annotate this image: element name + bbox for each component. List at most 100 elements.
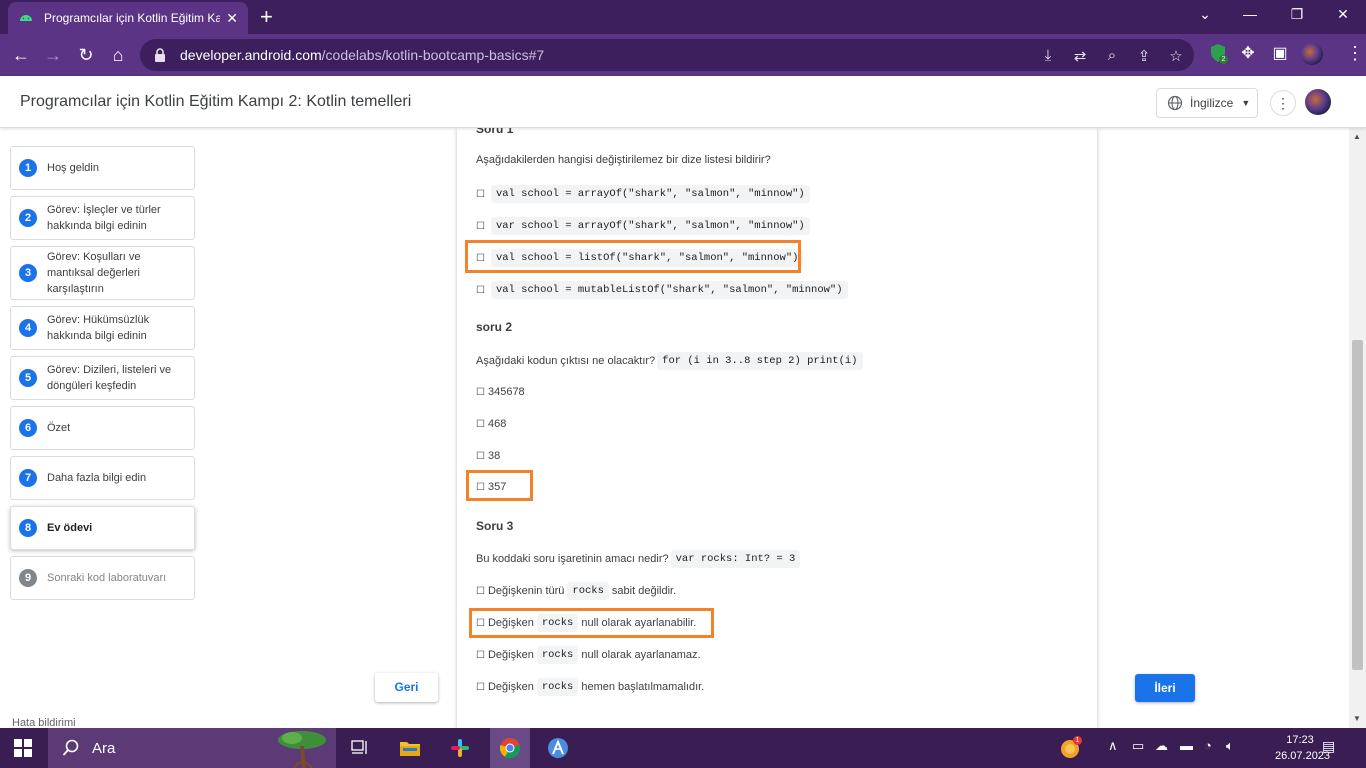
show-hidden-icons-icon[interactable]: ∧ [1108, 738, 1118, 754]
step-item[interactable]: 4 Görev: Hükümsüzlük hakkında bilgi edin… [10, 306, 195, 350]
profile-avatar[interactable] [1301, 43, 1323, 65]
checkbox-icon[interactable]: ☐ [476, 387, 485, 398]
checkbox-icon[interactable]: ☐ [476, 189, 485, 200]
step-number: 3 [19, 264, 37, 282]
question-1-heading: Soru 1 [476, 128, 514, 136]
next-button[interactable]: İleri [1135, 674, 1195, 702]
step-number: 8 [19, 519, 37, 537]
wifi-icon[interactable]: ◔ [1204, 738, 1212, 753]
minimize-button[interactable]: — [1240, 4, 1260, 24]
slack-icon[interactable] [442, 734, 478, 762]
install-app-icon[interactable]: ⤓ [1038, 47, 1058, 64]
page-header: Programcılar için Kotlin Eğitim Kampı 2:… [0, 76, 1366, 128]
onedrive-cloud-icon[interactable]: ☁ [1155, 738, 1168, 754]
checkbox-icon[interactable]: ☐ [476, 682, 485, 693]
step-item[interactable]: 5 Görev: Dizileri, listeleri ve döngüler… [10, 356, 195, 400]
zoom-icon[interactable]: ⌕ [1102, 47, 1122, 64]
step-item[interactable]: 2 Görev: İşleçler ve türler hakkında bil… [10, 196, 195, 240]
search-highlight-tree-icon [278, 731, 326, 768]
task-view-icon[interactable] [342, 734, 378, 762]
checkbox-icon[interactable]: ☐ [476, 650, 485, 661]
step-label: Görev: Dizileri, listeleri ve döngüleri … [47, 364, 172, 392]
android-studio-icon[interactable] [540, 734, 576, 762]
side-panel-icon[interactable]: ▣ [1269, 43, 1291, 65]
address-bar[interactable]: developer.android.com /codelabs/kotlin-b… [140, 39, 1194, 71]
q2-option-1[interactable]: ☐ 345678 [476, 386, 525, 398]
close-tab-icon[interactable]: ✕ [226, 10, 238, 27]
file-explorer-icon[interactable] [392, 734, 428, 762]
more-options-icon[interactable]: ⋮ [1270, 90, 1296, 116]
step-number: 6 [19, 419, 37, 437]
new-tab-button[interactable]: + [260, 4, 273, 30]
step-number: 1 [19, 159, 37, 177]
checkbox-icon[interactable]: ☐ [476, 221, 485, 232]
checkbox-icon[interactable]: ☐ [476, 419, 485, 430]
page-scrollbar[interactable]: ▲ ▼ [1349, 128, 1366, 728]
system-clock[interactable]: 17:23 26.07.2023 [1275, 732, 1331, 764]
android-icon [20, 15, 32, 21]
scroll-up-icon[interactable]: ▲ [1353, 132, 1361, 141]
scroll-down-icon[interactable]: ▼ [1353, 714, 1361, 723]
q3-option-3[interactable]: ☐ Değişken rocks null olarak ayarlanamaz… [476, 646, 701, 664]
restore-button[interactable]: ❐ [1287, 4, 1307, 24]
extensions-puzzle-icon[interactable]: ✥ [1237, 43, 1259, 65]
checkbox-icon[interactable]: ☐ [476, 285, 485, 296]
user-avatar[interactable] [1305, 89, 1331, 115]
step-label: Görev: İşleçler ve türler hakkında bilgi… [47, 204, 161, 232]
home-icon[interactable]: ⌂ [107, 44, 129, 66]
option-code: rocks [536, 646, 579, 664]
reload-icon[interactable]: ↻ [75, 44, 97, 66]
question-code: for (i in 3..8 step 2) print(i) [657, 352, 863, 370]
q2-option-3[interactable]: ☐ 38 [476, 450, 500, 462]
answer-highlight-box [465, 240, 801, 273]
q1-option-1[interactable]: ☐ val school = arrayOf("shark", "salmon"… [476, 185, 813, 203]
weather-app-icon[interactable]: 1 [1052, 734, 1088, 762]
scroll-thumb[interactable] [1352, 340, 1363, 670]
meet-now-icon[interactable]: ▭ [1132, 738, 1144, 754]
checkbox-icon[interactable]: ☐ [476, 586, 485, 597]
option-code: val school = mutableListOf("shark", "sal… [490, 281, 848, 299]
browser-menu-icon[interactable]: ⋮ [1346, 42, 1364, 64]
close-window-button[interactable]: ✕ [1333, 4, 1353, 24]
step-item[interactable]: 6 Özet [10, 406, 195, 450]
language-label: İngilizce [1190, 96, 1234, 110]
option-label: null olarak ayarlanamaz. [581, 649, 701, 661]
step-item[interactable]: 3 Görev: Koşulları ve mantıksal değerler… [10, 246, 195, 300]
notification-badge: 1 [1073, 736, 1082, 745]
translate-icon[interactable]: ⇄ [1070, 47, 1090, 65]
shield-extension-icon[interactable]: 2 [1207, 43, 1229, 65]
step-item[interactable]: 9 Sonraki kod laboratuvarı [10, 556, 195, 600]
windows-start-icon[interactable] [14, 739, 32, 757]
q1-option-4[interactable]: ☐ val school = mutableListOf("shark", "s… [476, 281, 851, 299]
step-number: 9 [19, 569, 37, 587]
q1-option-2[interactable]: ☐ var school = arrayOf("shark", "salmon"… [476, 217, 813, 235]
option-label: 38 [487, 450, 501, 462]
battery-icon[interactable]: ▬ [1180, 738, 1193, 753]
clock-date: 26.07.2023 [1275, 750, 1331, 762]
tab-search-icon[interactable]: ⌄ [1195, 4, 1215, 24]
back-arrow-icon[interactable]: ← [10, 44, 32, 66]
back-button[interactable]: Geri [375, 673, 438, 702]
volume-icon[interactable]: 🔈︎ [1226, 738, 1234, 754]
language-selector[interactable]: İngilizce ▼ [1156, 88, 1258, 118]
forward-arrow-icon[interactable]: → [42, 44, 64, 66]
step-item[interactable]: 7 Daha fazla bilgi edin [10, 456, 195, 500]
step-label: Görev: Hükümsüzlük hakkında bilgi edinin [47, 314, 150, 342]
checkbox-icon[interactable]: ☐ [476, 451, 485, 462]
step-item[interactable]: 1 Hoş geldin [10, 146, 195, 190]
notification-center-icon[interactable]: ▤ [1322, 738, 1335, 755]
q3-option-4[interactable]: ☐ Değişken rocks hemen başlatılmamalıdır… [476, 678, 704, 696]
bookmark-star-icon[interactable]: ☆ [1166, 47, 1186, 65]
browser-toolbar: ← → ↻ ⌂ developer.android.com /codelabs/… [0, 34, 1366, 76]
option-label: hemen başlatılmamalıdır. [581, 681, 705, 693]
option-code: val school = arrayOf("shark", "salmon", … [490, 185, 810, 203]
step-label: Özet [47, 422, 71, 434]
chrome-taskbar-icon[interactable] [490, 728, 530, 768]
step-item-active[interactable]: 8 Ev ödevi [10, 506, 195, 550]
browser-tab[interactable]: Programcılar için Kotlin Eğitim Ka ✕ [8, 2, 248, 34]
answer-highlight-box [469, 608, 714, 638]
share-icon[interactable]: ⇪ [1134, 47, 1154, 65]
q2-option-2[interactable]: ☐ 468 [476, 418, 506, 430]
q3-option-1[interactable]: ☐ Değişkenin türü rocks sabit değildir. [476, 582, 676, 600]
caret-down-icon: ▼ [1241, 98, 1251, 108]
